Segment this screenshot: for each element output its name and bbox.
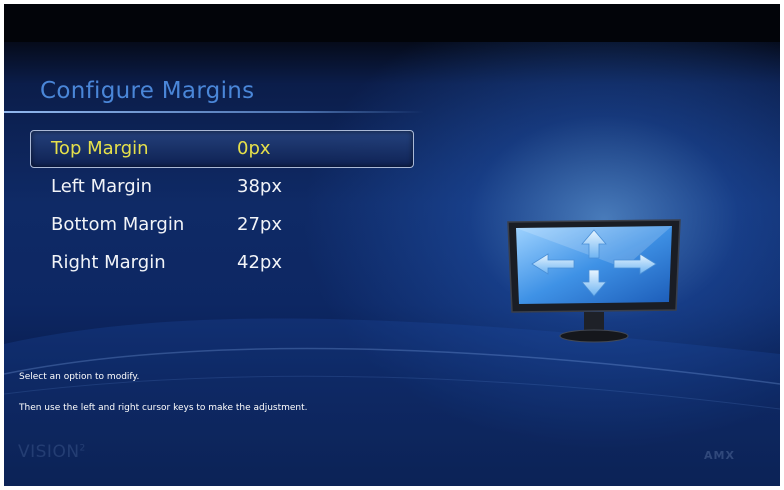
vision-logo-sup: 2	[79, 443, 86, 454]
menu-item-label: Right Margin	[51, 252, 166, 273]
title-underline	[4, 111, 424, 113]
menu-item-label: Top Margin	[51, 138, 149, 159]
menu-item-value: 38px	[237, 176, 282, 197]
menu-item-value: 27px	[237, 214, 282, 235]
amx-logo: AMX	[704, 449, 735, 462]
vision-logo-text: VISION	[18, 442, 80, 462]
vision-logo: VISION2	[18, 442, 86, 462]
menu-item-value: 42px	[237, 252, 282, 273]
menu-item-label: Left Margin	[51, 176, 153, 197]
menu-item-value: 0px	[237, 138, 271, 159]
page-title: Configure Margins	[40, 78, 255, 104]
menu-item-right-margin[interactable]: Right Margin 42px	[30, 244, 414, 282]
help-text-select: Select an option to modify.	[19, 372, 140, 382]
menu-item-label: Bottom Margin	[51, 214, 185, 235]
margin-menu: Top Margin 0px Left Margin 38px Bottom M…	[30, 130, 414, 282]
top-bar	[4, 4, 780, 42]
help-text-adjust: Then use the left and right cursor keys …	[19, 403, 308, 413]
monitor-arrows-icon	[507, 219, 681, 343]
menu-item-left-margin[interactable]: Left Margin 38px	[30, 168, 414, 206]
screen: Configure Margins Top Margin 0px Left Ma…	[4, 4, 780, 486]
menu-item-bottom-margin[interactable]: Bottom Margin 27px	[30, 206, 414, 244]
menu-item-top-margin[interactable]: Top Margin 0px	[30, 130, 414, 168]
